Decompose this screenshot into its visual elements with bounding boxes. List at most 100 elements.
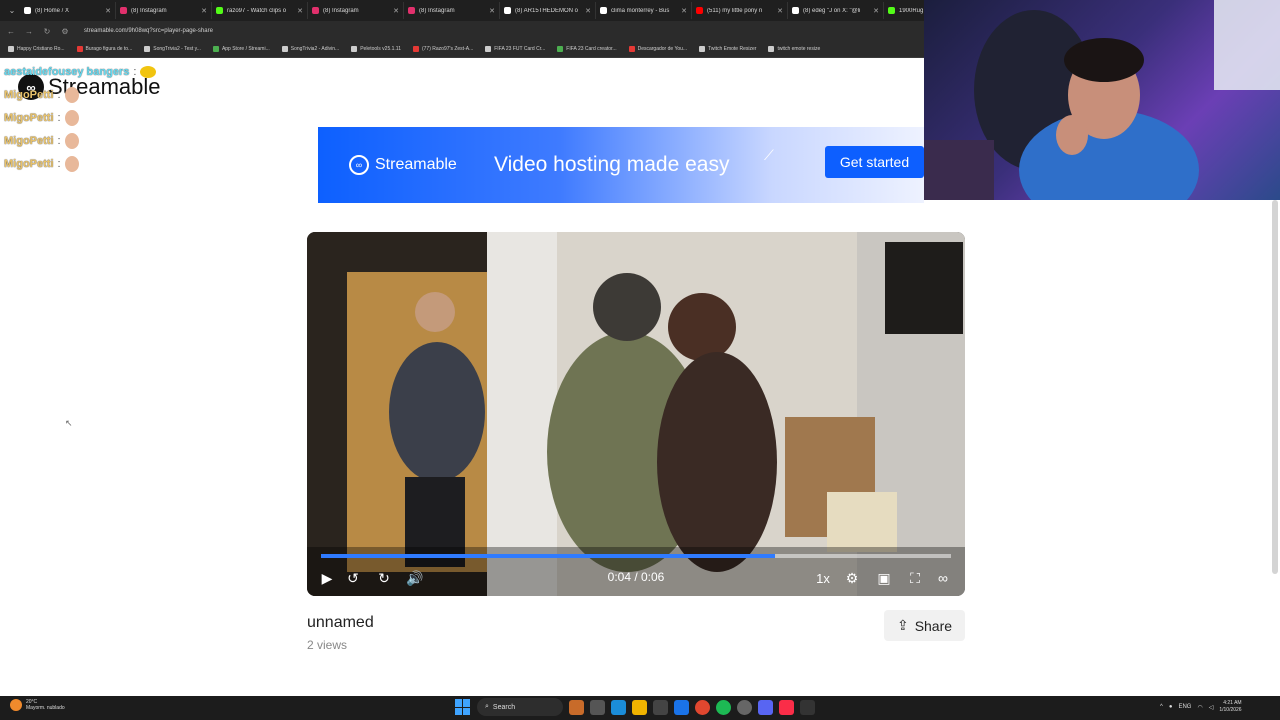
bookmark-favicon-icon bbox=[768, 46, 775, 52]
chat-emote-icon bbox=[64, 132, 79, 149]
close-tab-icon[interactable]: ✕ bbox=[777, 7, 783, 15]
bookmark-item[interactable]: Descargador de You... bbox=[628, 46, 687, 52]
get-started-button[interactable]: Get started bbox=[825, 146, 924, 178]
wifi-icon[interactable]: ◠ bbox=[1197, 704, 1202, 711]
settings-gear-icon[interactable]: ⚙ bbox=[842, 568, 862, 588]
rewind-icon[interactable]: ↺ bbox=[343, 568, 363, 588]
volume-tray-icon[interactable]: ◁ bbox=[1209, 704, 1214, 711]
share-label: Share bbox=[914, 617, 953, 634]
bookmark-favicon-icon bbox=[212, 46, 219, 52]
browser-tab[interactable]: clima monterrey - Bus ✕ bbox=[596, 2, 692, 19]
browser-tab[interactable]: (8) Instagram ✕ bbox=[116, 2, 212, 19]
bookmark-item[interactable]: SongTrivia2 - Adivin... bbox=[281, 46, 339, 52]
share-button[interactable]: ⇪ Share bbox=[884, 610, 965, 641]
browser-tab[interactable]: (8) Instagram ✕ bbox=[308, 2, 404, 19]
forward-icon[interactable]: ↻ bbox=[374, 568, 394, 588]
tab-label: (8) Instagram bbox=[131, 7, 167, 14]
site-info-icon[interactable]: ⚙ bbox=[60, 27, 70, 36]
file-explorer-icon[interactable] bbox=[632, 699, 647, 715]
tab-favicon-icon bbox=[504, 7, 511, 14]
browser-tab[interactable]: (8) Home / X ✕ bbox=[20, 2, 116, 19]
banner-tagline: Video hosting made easy bbox=[494, 153, 730, 176]
chrome-icon[interactable] bbox=[695, 699, 710, 715]
bookmark-item[interactable]: Burago figura de to... bbox=[76, 46, 132, 52]
bookmark-item[interactable]: FIFA 23 Card creator... bbox=[557, 46, 617, 52]
stream-chat-overlay: aestaidefousey bangers: MigoPetti: MigoPet… bbox=[4, 60, 194, 175]
close-tab-icon[interactable]: ✕ bbox=[873, 7, 879, 15]
bookmark-label: twitch emote resize bbox=[777, 46, 821, 52]
picture-in-picture-icon[interactable]: ▣ bbox=[874, 568, 894, 588]
clock-date: 1/10/2026 bbox=[1219, 707, 1242, 713]
close-tab-icon[interactable]: ✕ bbox=[681, 7, 687, 15]
taskbar-apps: ⌕ Search bbox=[455, 698, 815, 716]
promo-banner[interactable]: ∞ Streamable Video hosting made easy ⟋ G… bbox=[318, 127, 924, 203]
forward-icon[interactable]: → bbox=[24, 27, 34, 36]
bookmark-item[interactable]: Twitch Emote Resizer bbox=[699, 46, 756, 52]
bookmark-label: FIFA 23 FUT Card Cr... bbox=[494, 46, 546, 52]
obs-icon[interactable] bbox=[737, 699, 752, 715]
tab-label: (8) Home / X bbox=[35, 7, 70, 14]
close-tab-icon[interactable]: ✕ bbox=[585, 7, 591, 15]
tab-favicon-icon bbox=[216, 7, 223, 14]
close-tab-icon[interactable]: ✕ bbox=[489, 7, 495, 15]
browser-tab[interactable]: (8) AR15THEDEMON o ✕ bbox=[500, 2, 596, 19]
browser-tab[interactable]: razo97 - Watch clips o ✕ bbox=[212, 2, 308, 19]
chat-username: MigoPetti bbox=[4, 88, 54, 101]
chat-separator: : bbox=[57, 88, 61, 101]
tab-favicon-icon bbox=[888, 7, 895, 14]
browser-tab[interactable]: (8) edeg "J on X: "@li ✕ bbox=[788, 2, 884, 19]
bookmark-favicon-icon bbox=[76, 46, 83, 52]
bookmark-item[interactable]: twitch emote resize bbox=[768, 46, 820, 52]
back-icon[interactable]: ← bbox=[6, 27, 16, 36]
clock-time: 4:21 AM bbox=[1223, 700, 1242, 706]
banner-brand-text: Streamable bbox=[375, 156, 457, 173]
browser-tab[interactable]: (511) my little pony n ✕ bbox=[692, 2, 788, 19]
chevron-up-icon[interactable]: ^ bbox=[1160, 704, 1163, 710]
seek-bar[interactable] bbox=[321, 554, 951, 558]
taskbar-search[interactable]: ⌕ Search bbox=[477, 698, 563, 716]
close-tab-icon[interactable]: ✕ bbox=[393, 7, 399, 15]
tab-label: (8) Instagram bbox=[323, 7, 359, 14]
bookmark-favicon-icon bbox=[557, 46, 564, 52]
app-icon[interactable] bbox=[800, 699, 815, 715]
discord-icon[interactable] bbox=[758, 699, 773, 715]
streamable-icon[interactable]: ∞ bbox=[933, 568, 953, 588]
chat-emote-icon bbox=[64, 109, 79, 126]
play-icon[interactable]: ▶ bbox=[317, 568, 337, 588]
close-tab-icon[interactable]: ✕ bbox=[201, 7, 207, 15]
windows-taskbar: 20°C Mayorm. nublado ⌕ Search ^ ● ENG ◠ … bbox=[0, 696, 1280, 720]
taskbar-app-icon[interactable] bbox=[569, 699, 584, 715]
store-icon[interactable] bbox=[653, 699, 668, 715]
edge-icon[interactable] bbox=[611, 699, 626, 715]
task-view-icon[interactable] bbox=[590, 699, 605, 715]
chat-message: MigoPetti: bbox=[4, 106, 194, 129]
reload-icon[interactable]: ↻ bbox=[42, 27, 52, 36]
bookmark-item[interactable]: Happy Cristiano Ro... bbox=[8, 46, 65, 52]
weather-widget[interactable]: 20°C Mayorm. nublado bbox=[10, 699, 65, 711]
tab-search-icon[interactable]: ⌄ bbox=[4, 6, 20, 15]
volume-icon[interactable]: 🔊 bbox=[405, 568, 425, 588]
bookmark-item[interactable]: App Store / Streami... bbox=[212, 46, 270, 52]
language-indicator[interactable]: ENG bbox=[1178, 704, 1191, 710]
browser-tab[interactable]: (8) Instagram ✕ bbox=[404, 2, 500, 19]
mic-icon[interactable]: ● bbox=[1169, 704, 1173, 710]
url-field[interactable]: streamable.com/9h08wq?src=player-page-sh… bbox=[84, 28, 213, 34]
mail-icon[interactable] bbox=[674, 699, 689, 715]
chat-username: MigoPetti bbox=[4, 134, 54, 147]
bookmark-item[interactable]: (77) Razo97's Zest-A... bbox=[412, 46, 473, 52]
speed-button[interactable]: 1x bbox=[813, 568, 833, 588]
clock[interactable]: 4:21 AM 1/10/2026 bbox=[1219, 700, 1241, 714]
bookmark-item[interactable]: SongTrivia2 - Test y... bbox=[144, 46, 201, 52]
music-icon[interactable] bbox=[779, 699, 794, 715]
chat-username: MigoPetti bbox=[4, 111, 54, 124]
page-scrollbar[interactable] bbox=[1272, 200, 1278, 574]
close-tab-icon[interactable]: ✕ bbox=[297, 7, 303, 15]
spotify-icon[interactable] bbox=[716, 699, 731, 715]
video-player[interactable]: ▶ ↺ ↻ 🔊 0:04 / 0:06 1x ⚙ ▣ ⛶ ∞ bbox=[307, 232, 965, 596]
bookmark-item[interactable]: FIFA 23 FUT Card Cr... bbox=[485, 46, 545, 52]
fullscreen-icon[interactable]: ⛶ bbox=[905, 568, 925, 588]
share-icon: ⇪ bbox=[896, 617, 909, 633]
bookmark-item[interactable]: Peletools v25.1.11 bbox=[351, 46, 401, 52]
close-tab-icon[interactable]: ✕ bbox=[105, 7, 111, 15]
windows-start-icon[interactable] bbox=[455, 699, 471, 715]
